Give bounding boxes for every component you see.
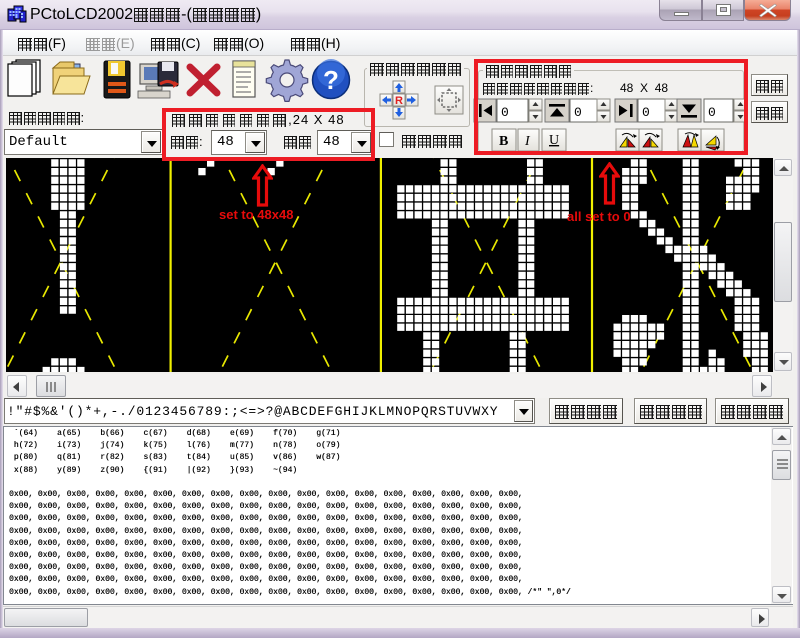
- svg-text:?: ?: [323, 65, 339, 95]
- svg-text:R: R: [395, 95, 403, 107]
